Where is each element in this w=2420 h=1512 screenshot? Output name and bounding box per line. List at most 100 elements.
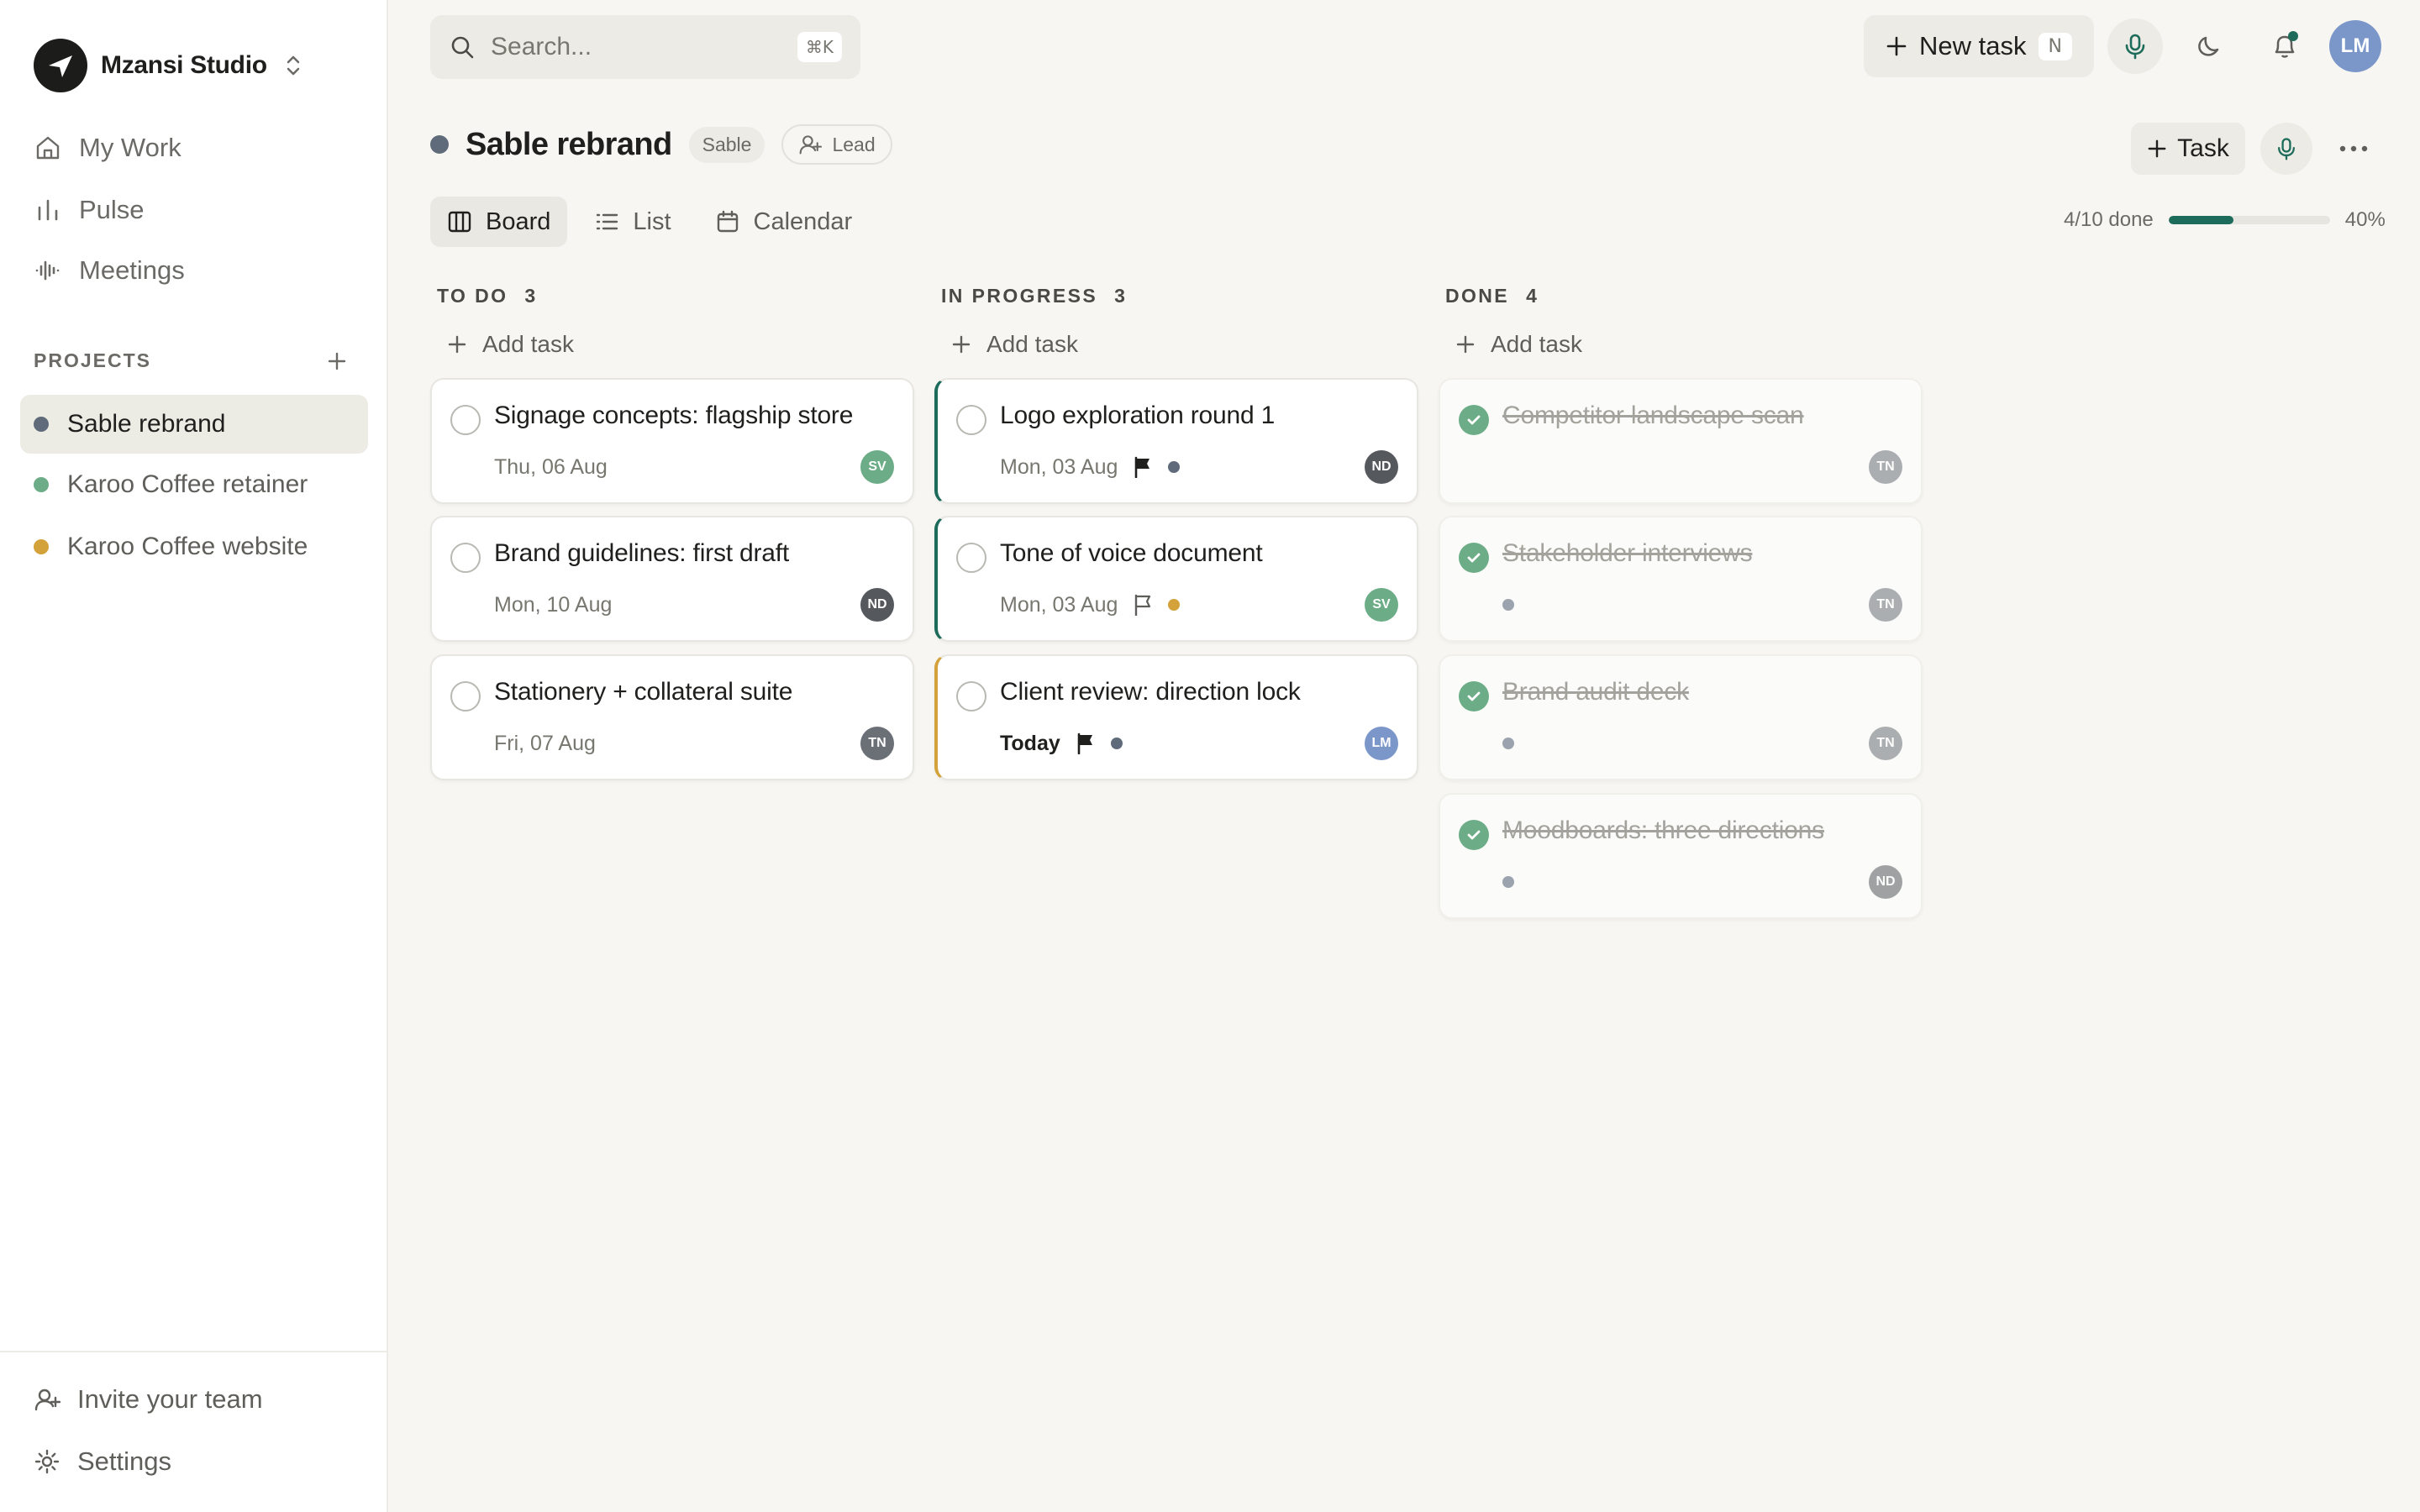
settings-button[interactable]: Settings	[34, 1446, 171, 1477]
project-status-dot	[1110, 738, 1123, 749]
task-checkbox[interactable]	[450, 543, 481, 573]
microphone-icon	[2121, 32, 2149, 60]
assignee-avatar[interactable]: TN	[1869, 727, 1902, 760]
flag-filled-icon[interactable]	[1133, 456, 1153, 478]
task-title: Competitor landscape scan	[1502, 402, 1804, 429]
task-card[interactable]: Stationery + collateral suite Fri, 07 Au…	[430, 654, 914, 780]
assignee-avatar[interactable]: TN	[1869, 588, 1902, 622]
task-checkbox[interactable]	[450, 681, 481, 711]
column-count: 4	[1526, 284, 1537, 307]
progress-bar-fill	[2168, 216, 2233, 224]
add-task-label: Add task	[482, 331, 574, 357]
theme-toggle-button[interactable]	[2181, 18, 2237, 74]
nav-item-meetings[interactable]: Meetings	[34, 255, 185, 286]
plus-icon	[2147, 139, 2167, 159]
task-card[interactable]: Signage concepts: flagship store Thu, 06…	[430, 378, 914, 504]
assignee-avatar[interactable]: ND	[1869, 865, 1902, 899]
project-voice-button[interactable]	[2260, 123, 2312, 175]
task-card[interactable]: Brand audit deck TN	[1439, 654, 1923, 780]
task-card[interactable]: Tone of voice document Mon, 03 Aug SV	[934, 516, 1418, 642]
task-checkbox-checked[interactable]	[1459, 681, 1489, 711]
task-card[interactable]: Logo exploration round 1 Mon, 03 Aug ND	[934, 378, 1418, 504]
task-date: Today	[1000, 731, 1060, 755]
search-shortcut-badge: ⌘K	[797, 32, 842, 62]
nav-label: Meetings	[79, 255, 185, 285]
nav-item-my-work[interactable]: My Work	[34, 133, 182, 163]
task-card[interactable]: Competitor landscape scan TN	[1439, 378, 1923, 504]
add-task-inline-button[interactable]: Add task	[934, 314, 1418, 375]
search-placeholder: Search...	[491, 33, 592, 60]
column-title: IN PROGRESS	[941, 284, 1098, 307]
tab-calendar[interactable]: Calendar	[698, 197, 870, 247]
task-card[interactable]: Stakeholder interviews TN	[1439, 516, 1923, 642]
new-task-button[interactable]: New task N	[1864, 15, 2094, 77]
flag-filled-icon[interactable]	[1076, 732, 1096, 754]
bell-icon	[2268, 29, 2302, 63]
add-task-inline-button[interactable]: Add task	[430, 314, 914, 375]
assignee-avatar[interactable]: ND	[1365, 450, 1398, 484]
board-column-done: DONE 4 Add task Competitor landscape sca…	[1439, 277, 1923, 919]
plus-icon	[951, 334, 971, 354]
task-card[interactable]: Brand guidelines: first draft Mon, 10 Au…	[430, 516, 914, 642]
gear-icon	[34, 1448, 60, 1475]
project-header: Sable rebrand Sable Lead	[430, 124, 892, 165]
project-color-dot	[34, 539, 49, 554]
task-checkbox[interactable]	[956, 543, 986, 573]
plus-icon	[1886, 35, 1907, 57]
nav-label: Pulse	[79, 195, 145, 224]
bar-chart-icon	[34, 196, 62, 224]
invite-team-button[interactable]: Invite your team	[34, 1384, 263, 1415]
add-task-label: Add task	[986, 331, 1078, 357]
assignee-avatar[interactable]: ND	[860, 588, 894, 622]
task-checkbox-checked[interactable]	[1459, 543, 1489, 573]
task-card[interactable]: Client review: direction lock Today LM	[934, 654, 1418, 780]
task-checkbox-checked[interactable]	[1459, 405, 1489, 435]
task-title: Brand audit deck	[1502, 678, 1689, 706]
notifications-button[interactable]	[2257, 18, 2312, 74]
column-count: 3	[524, 284, 536, 307]
search-bar[interactable]: Search... ⌘K	[430, 15, 860, 79]
add-task-inline-button[interactable]: Add task	[1439, 314, 1923, 375]
assignee-avatar[interactable]: TN	[1869, 450, 1902, 484]
tab-list[interactable]: List	[577, 197, 687, 247]
more-options-button[interactable]	[2328, 123, 2380, 175]
project-status-dot	[1168, 461, 1181, 473]
add-task-button[interactable]: Task	[2131, 123, 2245, 175]
task-card[interactable]: Moodboards: three directions ND	[1439, 793, 1923, 919]
project-item-karoo-coffee-website[interactable]: Karoo Coffee website	[20, 517, 368, 576]
column-header: TO DO 3	[430, 277, 914, 314]
flag-outline-icon[interactable]	[1133, 594, 1153, 616]
project-item-karoo-coffee-retainer[interactable]: Karoo Coffee retainer	[20, 455, 368, 514]
tab-label: Calendar	[753, 207, 853, 235]
assignee-avatar[interactable]: SV	[860, 450, 894, 484]
workspace-switcher[interactable]: Mzansi Studio	[34, 39, 302, 92]
task-checkbox[interactable]	[956, 681, 986, 711]
project-status-dot	[1502, 599, 1514, 611]
assignee-avatar[interactable]: SV	[1365, 588, 1398, 622]
project-status-dot	[1168, 599, 1181, 611]
projects-title: PROJECTS	[34, 349, 151, 371]
add-project-plus-icon[interactable]	[326, 350, 348, 372]
invite-label: Invite your team	[77, 1384, 263, 1414]
assignee-avatar[interactable]: TN	[860, 727, 894, 760]
assignee-avatar[interactable]: LM	[1365, 727, 1398, 760]
user-plus-icon	[34, 1386, 60, 1413]
task-checkbox[interactable]	[450, 405, 481, 435]
lead-button[interactable]: Lead	[781, 124, 892, 165]
voice-input-button[interactable]	[2107, 18, 2163, 74]
tab-board[interactable]: Board	[430, 197, 568, 247]
nav-item-pulse[interactable]: Pulse	[34, 195, 145, 225]
calendar-icon	[715, 209, 740, 234]
task-label: Task	[2177, 134, 2229, 162]
progress-percent: 40%	[2344, 208, 2386, 231]
task-date: Mon, 03 Aug	[1000, 454, 1118, 479]
task-checkbox[interactable]	[956, 405, 986, 435]
sidebar-bottom-divider	[0, 1351, 387, 1352]
task-date: Thu, 06 Aug	[494, 454, 608, 479]
board-column-in-progress: IN PROGRESS 3 Add task Logo exploration …	[934, 277, 1418, 780]
task-checkbox-checked[interactable]	[1459, 820, 1489, 850]
user-avatar[interactable]: LM	[2329, 20, 2381, 72]
project-item-sable-rebrand[interactable]: Sable rebrand	[20, 395, 368, 454]
plus-icon	[447, 334, 467, 354]
project-label: Karoo Coffee retainer	[67, 470, 308, 498]
